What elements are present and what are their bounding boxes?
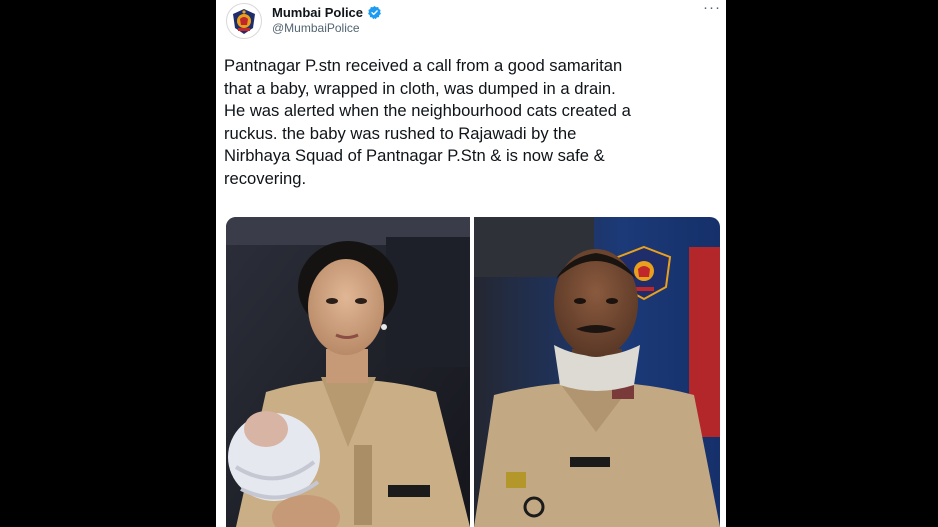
photo-male-officer[interactable] (474, 217, 720, 527)
tweet-card: Mumbai Police @MumbaiPolice ··· Pantnaga… (216, 0, 726, 527)
more-horizontal-icon[interactable]: ··· (703, 0, 721, 16)
tweet-text: Pantnagar P.stn received a call from a g… (224, 56, 631, 188)
verified-badge-icon (368, 5, 381, 20)
photo-officer-with-baby[interactable] (226, 217, 470, 527)
account-handle[interactable]: @MumbaiPolice (272, 21, 360, 35)
avatar[interactable] (226, 3, 262, 39)
account-name[interactable]: Mumbai Police (272, 5, 363, 20)
tweet-media (226, 217, 720, 527)
police-crest-icon (233, 9, 255, 34)
